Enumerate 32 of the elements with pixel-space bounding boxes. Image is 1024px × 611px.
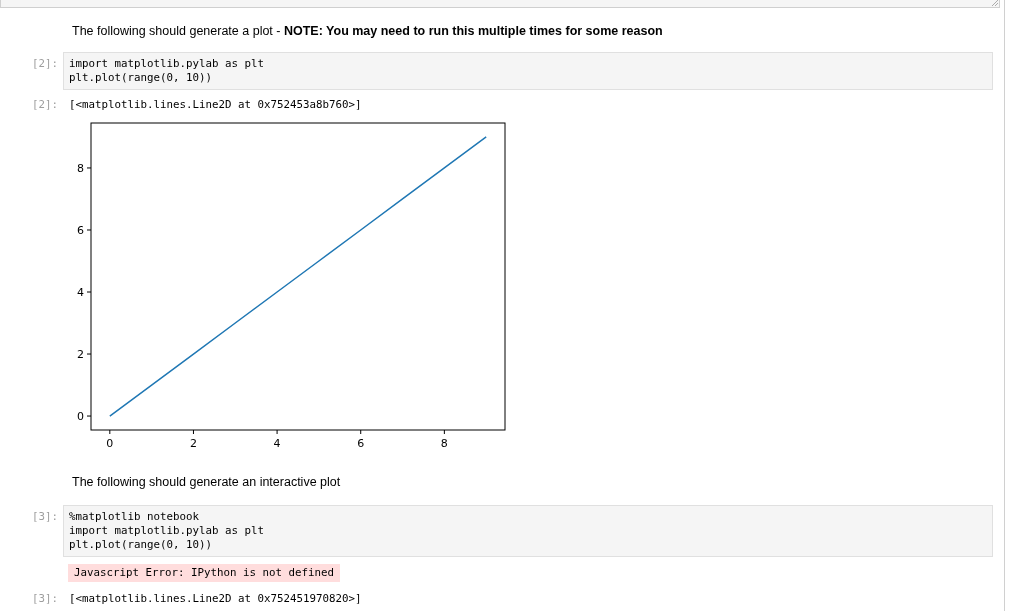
y-tick-label: 2 bbox=[77, 348, 84, 362]
x-tick: 8 bbox=[440, 429, 448, 450]
markdown-text: The following should generate a plot - NOTE: You may need to run this multiple times for some reason bbox=[71, 24, 663, 38]
y-tick-label: 8 bbox=[77, 161, 84, 175]
x-tick: 6 bbox=[357, 429, 365, 450]
y-tick: 6 bbox=[77, 224, 92, 237]
x-tick-label: 8 bbox=[440, 437, 448, 450]
markdown-text: The following should generate an interactive plot bbox=[71, 475, 341, 489]
y-tick-label: 0 bbox=[77, 410, 84, 424]
output-text: [<matplotlib.lines.Line2D at 0x752451970820>] bbox=[68, 592, 362, 606]
x-tick: 2 bbox=[189, 429, 197, 450]
code-editor[interactable]: %matplotlib notebook import matplotlib.pylab as plt plt.plot(range(0, 10)) bbox=[63, 505, 993, 557]
error-output: Javascript Error: IPython is not defined bbox=[68, 564, 340, 582]
x-tick-label: 4 bbox=[273, 437, 281, 450]
output-text: [<matplotlib.lines.Line2D at 0x752453a8b760>] bbox=[68, 98, 362, 112]
output-prompt: [2]: bbox=[31, 98, 59, 112]
x-tick: 0 bbox=[106, 429, 114, 450]
y-tick: 8 bbox=[77, 161, 92, 175]
code-editor[interactable]: import matplotlib.pylab as plt plt.plot(range(0, 10)) bbox=[63, 52, 993, 90]
x-tick: 4 bbox=[273, 429, 281, 450]
resize-grip-icon[interactable] bbox=[992, 0, 998, 6]
output-prompt: [3]: bbox=[31, 592, 59, 606]
x-tick-label: 0 bbox=[106, 437, 114, 450]
y-tick-label: 6 bbox=[77, 223, 84, 237]
x-tick-label: 2 bbox=[189, 437, 197, 450]
y-tick: 0 bbox=[77, 410, 92, 424]
input-prompt: [3]: bbox=[31, 509, 59, 524]
y-tick-label: 4 bbox=[77, 286, 84, 300]
input-prompt: [2]: bbox=[31, 56, 59, 71]
y-tick: 4 bbox=[77, 286, 92, 299]
y-tick: 2 bbox=[77, 348, 92, 362]
x-tick-label: 6 bbox=[357, 437, 365, 450]
